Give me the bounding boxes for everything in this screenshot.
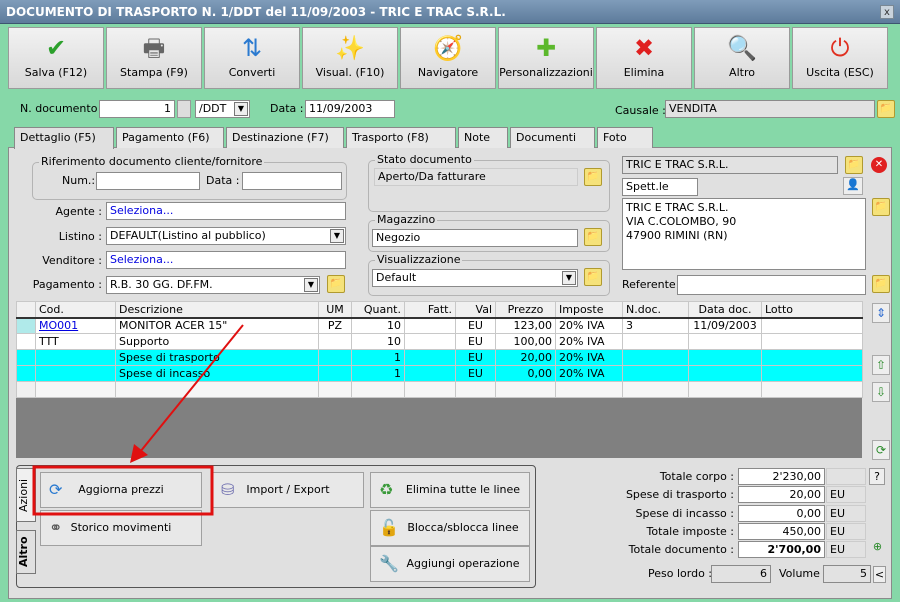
annotation-overlay — [32, 324, 244, 516]
annotation-highlight-box — [32, 465, 214, 516]
annotation-arrow — [139, 324, 244, 453]
